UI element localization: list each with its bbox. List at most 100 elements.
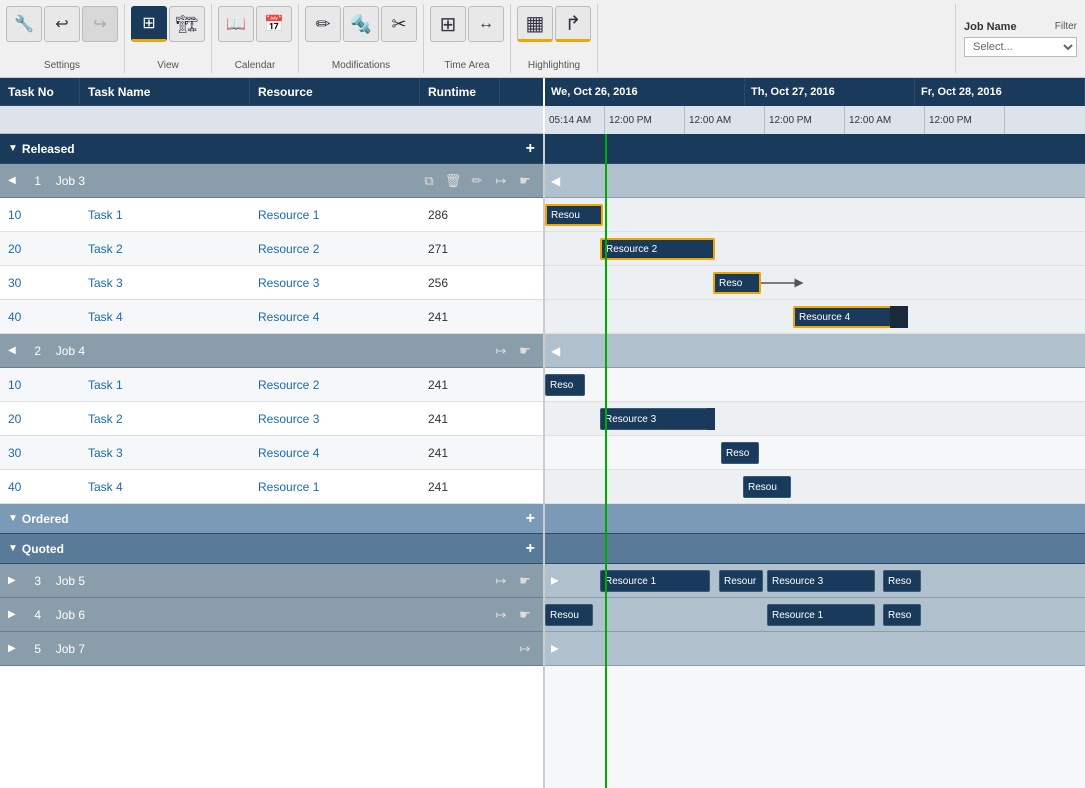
- job2-expand-icon[interactable]: ◀: [8, 345, 16, 356]
- modifications-buttons: ✏ 🔩 ✂: [305, 6, 417, 42]
- task-name-j2-10[interactable]: Task 1: [80, 378, 250, 392]
- job-row-2: ◀ 2 Job 4 ↦ ☛: [0, 334, 543, 368]
- job6-hand-icon[interactable]: ☛: [515, 605, 535, 625]
- task-no-j1-20[interactable]: 20: [0, 242, 80, 256]
- gantt-bar-j6-1[interactable]: Resou: [545, 604, 593, 626]
- job1-delete-icon[interactable]: 🗑: [443, 171, 463, 191]
- task-no-j1-10[interactable]: 10: [0, 208, 80, 222]
- filter-select[interactable]: Select...: [964, 37, 1077, 57]
- job5-icons: ↦ ☛: [491, 571, 535, 591]
- gantt-bar-j5-4[interactable]: Reso: [883, 570, 921, 592]
- col-header-task-no: Task No: [0, 78, 80, 105]
- job7-arrow-icon[interactable]: ↦: [515, 639, 535, 659]
- time-1200pm-2: 12:00 PM: [765, 106, 845, 134]
- job6-expand-icon[interactable]: ▶: [8, 609, 16, 620]
- date-oct28: Fr, Oct 28, 2016: [915, 78, 1085, 106]
- settings-wrench-button[interactable]: 🔧: [6, 6, 42, 42]
- task-row-j2-t30: 30 Task 3 Resource 4 241: [0, 436, 543, 470]
- released-expand-icon[interactable]: ▼: [8, 143, 18, 154]
- modifications-btn2[interactable]: 🔩: [343, 6, 379, 42]
- task-no-j2-30[interactable]: 30: [0, 446, 80, 460]
- task-name-j2-20[interactable]: Task 2: [80, 412, 250, 426]
- task-no-j2-20[interactable]: 20: [0, 412, 80, 426]
- task-row-j2-t10: 10 Task 1 Resource 2 241: [0, 368, 543, 402]
- task-name-j1-20[interactable]: Task 2: [80, 242, 250, 256]
- job5-expand-icon[interactable]: ▶: [8, 575, 16, 586]
- gantt-bar-j5-3-label: Resource 3: [772, 576, 823, 587]
- gantt-inner: ◀ Resou Resource 2 Reso: [545, 134, 1085, 788]
- job6-arrow-icon[interactable]: ↦: [491, 605, 511, 625]
- calendar-cal-button[interactable]: 📅: [256, 6, 292, 42]
- gantt-task-j2-10: Reso: [545, 368, 1085, 402]
- gantt-bar-j1-t30[interactable]: Reso: [713, 272, 761, 294]
- modifications-btn3[interactable]: ✂: [381, 6, 417, 42]
- gantt-bar-j6-3[interactable]: Reso: [883, 604, 921, 626]
- gantt-bar-j5-1[interactable]: Resource 1: [600, 570, 710, 592]
- settings-undo-button[interactable]: ↩: [44, 6, 80, 42]
- gantt-bar-j5-3[interactable]: Resource 3: [767, 570, 875, 592]
- gantt-bar-j5-2[interactable]: Resour: [719, 570, 763, 592]
- col-headers: Task No Task Name Resource Runtime: [0, 78, 543, 106]
- job2-hand-icon[interactable]: ☛: [515, 341, 535, 361]
- gantt-bar-j2-t40-label: Resou: [748, 482, 777, 493]
- left-time-spacer: [0, 106, 543, 134]
- job7-expand-icon[interactable]: ▶: [8, 643, 16, 654]
- gantt-bar-j1-t10[interactable]: Resou: [545, 204, 603, 226]
- view-forklift-button[interactable]: 🏗: [169, 6, 205, 42]
- time-area-compress-button[interactable]: ↔: [468, 6, 504, 42]
- job5-arrow-icon[interactable]: ↦: [491, 571, 511, 591]
- task-resource-j2-40: Resource 1: [250, 480, 420, 494]
- gantt-bar-j1-t40-label: Resource 4: [799, 312, 850, 323]
- section-quoted[interactable]: ▼ Quoted +: [0, 534, 543, 564]
- calendar-label: Calendar: [235, 60, 276, 71]
- section-ordered[interactable]: ▼ Ordered +: [0, 504, 543, 534]
- task-name-j1-10[interactable]: Task 1: [80, 208, 250, 222]
- task-name-j1-30[interactable]: Task 3: [80, 276, 250, 290]
- task-runtime-j2-40: 241: [420, 480, 500, 494]
- gantt-bar-j2-t10[interactable]: Reso: [545, 374, 585, 396]
- task-no-j2-10[interactable]: 10: [0, 378, 80, 392]
- released-add-button[interactable]: +: [526, 140, 535, 158]
- time-1200am-1: 12:00 AM: [685, 106, 765, 134]
- gantt-section-released: [545, 134, 1085, 164]
- time-area-expand-button[interactable]: ⊞: [430, 6, 466, 42]
- highlighting-btn2[interactable]: ↱: [555, 6, 591, 42]
- highlighting-btn1[interactable]: ▦: [517, 6, 553, 42]
- ordered-expand-icon[interactable]: ▼: [8, 513, 18, 524]
- job1-arrow-icon[interactable]: ↦: [491, 171, 511, 191]
- job5-hand-icon[interactable]: ☛: [515, 571, 535, 591]
- job1-hand-icon[interactable]: ☛: [515, 171, 535, 191]
- view-layers-button[interactable]: ⊞: [131, 6, 167, 42]
- job1-expand-icon[interactable]: ◀: [8, 175, 16, 186]
- gantt-bar-j1-t20[interactable]: Resource 2: [600, 238, 715, 260]
- task-no-j2-40[interactable]: 40: [0, 480, 80, 494]
- gantt-bar-j6-2[interactable]: Resource 1: [767, 604, 875, 626]
- gantt-bar-j1-t40[interactable]: Resource 4: [793, 306, 893, 328]
- job6-name: Job 6: [56, 608, 491, 622]
- gantt-bar-j2-t20[interactable]: Resource 3: [600, 408, 710, 430]
- task-name-j1-40[interactable]: Task 4: [80, 310, 250, 324]
- task-no-j1-40[interactable]: 40: [0, 310, 80, 324]
- time-0514: 05:14 AM: [545, 106, 605, 134]
- ordered-add-button[interactable]: +: [526, 510, 535, 528]
- gantt-bar-j2-t40[interactable]: Resou: [743, 476, 791, 498]
- quoted-add-button[interactable]: +: [526, 540, 535, 558]
- task-name-j2-30[interactable]: Task 3: [80, 446, 250, 460]
- job-row-7: ▶ 5 Job 7 ↦: [0, 632, 543, 666]
- gantt-bar-j2-t30[interactable]: Reso: [721, 442, 759, 464]
- quoted-expand-icon[interactable]: ▼: [8, 543, 18, 554]
- calendar-book-button[interactable]: 📖: [218, 6, 254, 42]
- job5-num: 3: [20, 574, 56, 588]
- timeline-dates: We, Oct 26, 2016 Th, Oct 27, 2016 Fr, Oc…: [545, 78, 1085, 106]
- modifications-btn1[interactable]: ✏: [305, 6, 341, 42]
- job1-edit-icon[interactable]: ✏: [467, 171, 487, 191]
- task-name-j2-40[interactable]: Task 4: [80, 480, 250, 494]
- task-no-j1-30[interactable]: 30: [0, 276, 80, 290]
- section-released[interactable]: ▼ Released +: [0, 134, 543, 164]
- job2-arrow-icon[interactable]: ↦: [491, 341, 511, 361]
- timeline-times: 05:14 AM 12:00 PM 12:00 AM 12:00 PM 12:0…: [545, 106, 1085, 134]
- task-resource-j1-10: Resource 1: [250, 208, 420, 222]
- job6-icons: ↦ ☛: [491, 605, 535, 625]
- job1-copy-icon[interactable]: ⧉: [419, 171, 439, 191]
- settings-redo-button[interactable]: ↪: [82, 6, 118, 42]
